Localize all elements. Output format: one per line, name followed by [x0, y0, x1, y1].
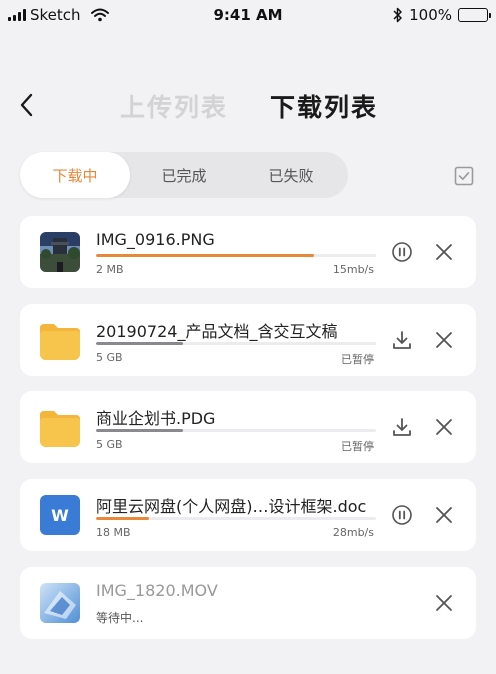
download-item[interactable]: 20190724_产品文档_含交互文稿 5 GB 已暂停	[20, 304, 476, 376]
file-name: 20190724_产品文档_含交互文稿	[96, 322, 338, 341]
close-icon[interactable]	[432, 240, 456, 264]
battery-percent: 100%	[409, 6, 452, 24]
download-item[interactable]: W 阿里云网盘(个人网盘)…设计框架.doc 18 MB 28mb/s	[20, 479, 476, 551]
file-size: 2 MB	[96, 263, 124, 276]
bluetooth-icon	[393, 7, 402, 23]
tab-upload-list[interactable]: 上传列表	[120, 88, 228, 124]
video-thumbnail	[40, 583, 80, 623]
file-name: 阿里云网盘(个人网盘)…设计框架.doc	[96, 497, 367, 516]
close-icon[interactable]	[432, 328, 456, 352]
folder-icon	[40, 324, 80, 360]
file-name: IMG_1820.MOV	[96, 581, 218, 600]
select-checkbox-icon[interactable]	[454, 166, 474, 186]
file-size: 5 GB	[96, 351, 123, 364]
download-speed: 28mb/s	[332, 526, 374, 539]
segment-downloading[interactable]: 下载中	[20, 152, 130, 198]
word-doc-icon: W	[40, 495, 80, 535]
segment-completed[interactable]: 已完成	[129, 152, 239, 198]
segment-failed[interactable]: 已失败	[236, 152, 346, 198]
file-name: IMG_0916.PNG	[96, 230, 215, 249]
download-icon[interactable]	[390, 415, 414, 439]
file-name: 商业企划书.PDG	[96, 409, 216, 428]
download-speed: 15mb/s	[332, 263, 374, 276]
download-item[interactable]: IMG_0916.PNG 2 MB 15mb/s	[20, 216, 476, 288]
status-right: 100%	[393, 6, 491, 24]
word-icon-letter: W	[51, 505, 69, 525]
progress-bar	[96, 517, 376, 520]
file-size: 18 MB	[96, 526, 131, 539]
waiting-status: 等待中...	[96, 611, 144, 625]
paused-status: 已暂停	[341, 353, 374, 366]
battery-icon	[458, 8, 491, 22]
close-icon[interactable]	[432, 415, 456, 439]
progress-bar	[96, 342, 376, 345]
close-icon[interactable]	[432, 591, 456, 615]
photo-thumbnail	[40, 232, 80, 272]
download-icon[interactable]	[390, 328, 414, 352]
download-item[interactable]: 商业企划书.PDG 5 GB 已暂停	[20, 391, 476, 463]
pause-icon[interactable]	[390, 503, 414, 527]
pause-icon[interactable]	[390, 240, 414, 264]
close-icon[interactable]	[432, 503, 456, 527]
paused-status: 已暂停	[341, 440, 374, 453]
file-size: 5 GB	[96, 438, 123, 451]
tab-download-list[interactable]: 下载列表	[270, 88, 378, 124]
status-bar: Sketch 9:41 AM 100%	[0, 0, 496, 30]
progress-bar	[96, 429, 376, 432]
status-segmented-control: 下载中 已完成 已失败	[20, 152, 348, 198]
back-icon[interactable]	[16, 90, 40, 120]
progress-bar	[96, 254, 376, 257]
download-item[interactable]: IMG_1820.MOV 等待中...	[20, 567, 476, 639]
folder-icon	[40, 411, 80, 447]
